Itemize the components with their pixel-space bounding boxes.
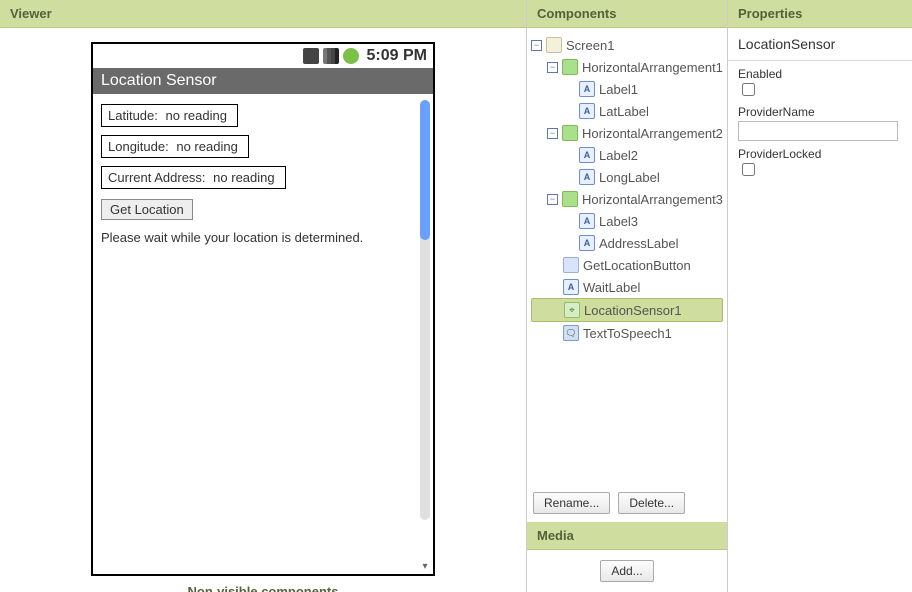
tree-ha2[interactable]: − HorizontalArrangement2 bbox=[531, 122, 723, 144]
properties-header: Properties bbox=[728, 0, 912, 28]
battery-icon bbox=[343, 48, 359, 64]
phone-mock: 5:09 PM Location Sensor Latitude: no rea… bbox=[91, 42, 435, 576]
label-icon: A bbox=[579, 103, 595, 119]
horizontal-arrangement-icon bbox=[562, 59, 578, 75]
tree-label2[interactable]: A Label2 bbox=[531, 144, 723, 166]
label-icon: A bbox=[579, 81, 595, 97]
providerlocked-label: ProviderLocked bbox=[738, 147, 902, 161]
tree-latlabel[interactable]: A LatLabel bbox=[531, 100, 723, 122]
gps-icon bbox=[303, 48, 319, 64]
enabled-label: Enabled bbox=[738, 67, 902, 81]
add-media-button[interactable]: Add... bbox=[600, 560, 653, 582]
tree-addresslabel[interactable]: A AddressLabel bbox=[531, 232, 723, 254]
tree-label1[interactable]: A Label1 bbox=[531, 78, 723, 100]
tree-longlabel[interactable]: A LongLabel bbox=[531, 166, 723, 188]
address-value: no reading bbox=[213, 170, 274, 185]
phone-scrollbar[interactable] bbox=[420, 100, 430, 520]
viewer-header: Viewer bbox=[0, 0, 526, 28]
clock-time: 5:09 PM bbox=[367, 47, 427, 65]
screen-title: Location Sensor bbox=[93, 68, 433, 94]
tts-icon: 🗨 bbox=[563, 325, 579, 341]
collapse-icon[interactable]: − bbox=[547, 128, 558, 139]
latitude-value: no reading bbox=[166, 108, 227, 123]
label-icon: A bbox=[579, 169, 595, 185]
providername-input[interactable] bbox=[738, 121, 898, 141]
label-icon: A bbox=[563, 279, 579, 295]
media-header: Media bbox=[527, 522, 727, 550]
get-location-button[interactable]: Get Location bbox=[101, 199, 193, 220]
label-icon: A bbox=[579, 213, 595, 229]
providerlocked-checkbox[interactable] bbox=[742, 163, 755, 176]
tree-locationsensor1[interactable]: ⌖ LocationSensor1 bbox=[531, 298, 723, 322]
properties-component-name: LocationSensor bbox=[728, 28, 912, 61]
scroll-down-icon[interactable]: ▾ bbox=[420, 562, 430, 572]
longitude-value: no reading bbox=[176, 139, 237, 154]
viewer-panel: Viewer 5:09 PM Location Sensor Latitude: bbox=[0, 0, 527, 592]
tree-getlocationbutton[interactable]: GetLocationButton bbox=[531, 254, 723, 276]
longitude-row[interactable]: Longitude: no reading bbox=[101, 131, 425, 162]
providername-label: ProviderName bbox=[738, 105, 902, 119]
latitude-row[interactable]: Latitude: no reading bbox=[101, 100, 425, 131]
latitude-label: Latitude: bbox=[108, 108, 158, 123]
signal-icon bbox=[323, 48, 339, 64]
tree-waitlabel[interactable]: A WaitLabel bbox=[531, 276, 723, 298]
tree-label3[interactable]: A Label3 bbox=[531, 210, 723, 232]
tree-ha1[interactable]: − HorizontalArrangement1 bbox=[531, 56, 723, 78]
collapse-icon[interactable]: − bbox=[531, 40, 542, 51]
location-sensor-icon: ⌖ bbox=[564, 302, 580, 318]
label-icon: A bbox=[579, 147, 595, 163]
rename-button[interactable]: Rename... bbox=[533, 492, 610, 514]
component-tree: − Screen1 − HorizontalArrangement1 A Lab… bbox=[531, 34, 723, 344]
enabled-checkbox[interactable] bbox=[742, 83, 755, 96]
components-panel: Components − Screen1 − HorizontalArrange… bbox=[527, 0, 728, 592]
nonvisible-header: Non-visible components bbox=[188, 584, 339, 592]
components-header: Components bbox=[527, 0, 727, 28]
longitude-label: Longitude: bbox=[108, 139, 169, 154]
horizontal-arrangement-icon bbox=[562, 125, 578, 141]
button-icon bbox=[563, 257, 579, 273]
collapse-icon[interactable]: − bbox=[547, 62, 558, 73]
tree-texttospeech1[interactable]: 🗨 TextToSpeech1 bbox=[531, 322, 723, 344]
label-icon: A bbox=[579, 235, 595, 251]
tree-screen1[interactable]: − Screen1 bbox=[531, 34, 723, 56]
address-row[interactable]: Current Address: no reading bbox=[101, 162, 425, 193]
wait-label[interactable]: Please wait while your location is deter… bbox=[101, 230, 425, 245]
delete-button[interactable]: Delete... bbox=[618, 492, 685, 514]
properties-panel: Properties LocationSensor Enabled Provid… bbox=[728, 0, 912, 592]
address-label: Current Address: bbox=[108, 170, 206, 185]
tree-ha3[interactable]: − HorizontalArrangement3 bbox=[531, 188, 723, 210]
screen-icon bbox=[546, 37, 562, 53]
status-bar: 5:09 PM bbox=[93, 44, 433, 68]
collapse-icon[interactable]: − bbox=[547, 194, 558, 205]
horizontal-arrangement-icon bbox=[562, 191, 578, 207]
